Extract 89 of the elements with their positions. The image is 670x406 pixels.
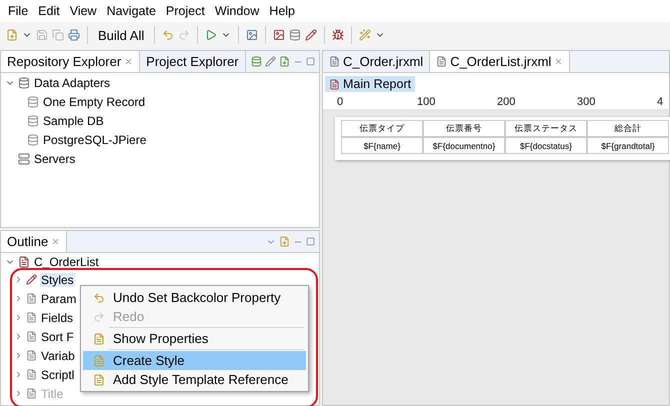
- build-all-button[interactable]: Build All: [95, 28, 148, 42]
- close-icon[interactable]: [554, 57, 564, 66]
- menu-item[interactable]: Help: [265, 4, 300, 18]
- menu-item[interactable]: Show Properties: [83, 329, 306, 348]
- menu-item[interactable]: Project: [162, 4, 209, 18]
- ruler-label: 300: [577, 96, 596, 108]
- column-header: 総合計: [587, 120, 669, 137]
- database-icon: [27, 114, 39, 126]
- database-icon: [289, 29, 302, 41]
- panel-tab[interactable]: Outline: [1, 231, 68, 252]
- node-icon: [26, 274, 37, 285]
- expand-icon: [14, 370, 23, 379]
- maximize-icon: [306, 57, 315, 66]
- tree-item[interactable]: Sort F: [40, 330, 75, 344]
- redo-icon: [178, 29, 190, 41]
- expand-icon: [14, 313, 23, 322]
- expand-icon: [14, 332, 23, 341]
- panel-tab[interactable]: Repository Explorer: [1, 51, 140, 72]
- node-icon: [26, 350, 37, 361]
- tree-item[interactable]: Param: [40, 292, 78, 306]
- tree-item[interactable]: PostgreSQL-JPiere: [42, 132, 148, 146]
- menu-item[interactable]: Undo Set Backcolor Property: [83, 288, 306, 307]
- save-icon: [36, 29, 48, 41]
- node-icon: [26, 312, 37, 323]
- expand-icon: [14, 389, 23, 398]
- item-icon: [93, 374, 105, 386]
- image-icon: [273, 29, 286, 41]
- ruler-label: 4: [657, 96, 664, 108]
- close-icon[interactable]: [51, 237, 60, 246]
- tree-item[interactable]: Data Adapters: [33, 76, 112, 90]
- redo-icon: [93, 310, 105, 322]
- expand-icon: [14, 351, 23, 360]
- expand-icon: [14, 294, 23, 303]
- tree-item[interactable]: Sample DB: [42, 114, 105, 128]
- maximize-icon: [306, 237, 315, 246]
- run-icon: [205, 29, 218, 41]
- node-icon: [26, 388, 37, 399]
- menu-item[interactable]: Window: [210, 4, 264, 18]
- column-header: 伝票ステータス: [505, 120, 587, 137]
- database-icon: [27, 96, 39, 108]
- image-icon: [246, 29, 258, 41]
- report-icon: [436, 56, 448, 67]
- ruler-label: 0: [337, 96, 344, 108]
- report-icon: [18, 256, 30, 268]
- editor-tab[interactable]: C_OrderList.jrxml: [430, 51, 570, 72]
- column-header: 伝票タイプ: [341, 120, 423, 137]
- ruler-label: 100: [417, 96, 436, 108]
- breadcrumb[interactable]: Main Report: [325, 76, 416, 92]
- node-icon: [26, 331, 37, 342]
- database-icon: [251, 56, 262, 67]
- report-icon: [329, 78, 340, 90]
- menu-item[interactable]: View: [66, 4, 101, 18]
- undo-icon: [162, 29, 174, 41]
- pencil-icon: [265, 56, 276, 67]
- menu-item[interactable]: Create Style: [83, 351, 306, 370]
- tree-item[interactable]: Scriptl: [40, 368, 76, 382]
- tree-item[interactable]: Variab: [40, 348, 76, 362]
- field-cell: $F{documentno}: [423, 137, 505, 154]
- tree-item[interactable]: One Empty Record: [42, 94, 146, 108]
- tree-item[interactable]: Servers: [33, 152, 76, 166]
- menu-item[interactable]: Edit: [34, 4, 64, 18]
- ruler-label: 200: [497, 96, 516, 108]
- close-icon[interactable]: [124, 57, 134, 66]
- field-cell: $F{docstatus}: [505, 137, 587, 154]
- menu-item[interactable]: Navigate: [102, 4, 160, 18]
- undo-icon: [93, 292, 105, 304]
- menu-item[interactable]: File: [4, 4, 32, 18]
- wand-icon: [359, 29, 372, 41]
- print-icon: [68, 29, 80, 41]
- bug-icon: [332, 29, 344, 41]
- panel-tab[interactable]: Project Explorer: [140, 51, 246, 72]
- item-icon: [93, 354, 105, 366]
- tree-item[interactable]: Styles: [40, 272, 75, 286]
- new-file-icon: [6, 29, 18, 41]
- node-icon: [26, 369, 37, 380]
- copy-icon: [52, 29, 64, 41]
- item-icon: [93, 332, 105, 344]
- tree-item[interactable]: Fields: [40, 310, 74, 324]
- node-icon: [26, 293, 37, 304]
- field-cell: $F{grandtotal}: [587, 137, 669, 154]
- column-header: 伝票番号: [423, 120, 505, 137]
- tree-item[interactable]: C_OrderList: [33, 254, 100, 268]
- menu-item[interactable]: Add Style Template Reference: [83, 370, 306, 389]
- database-icon: [27, 134, 39, 146]
- pencil-icon: [305, 29, 318, 41]
- database-icon: [18, 76, 30, 88]
- report-icon: [329, 56, 340, 67]
- server-icon: [18, 152, 30, 164]
- field-cell: $F{name}: [341, 137, 423, 154]
